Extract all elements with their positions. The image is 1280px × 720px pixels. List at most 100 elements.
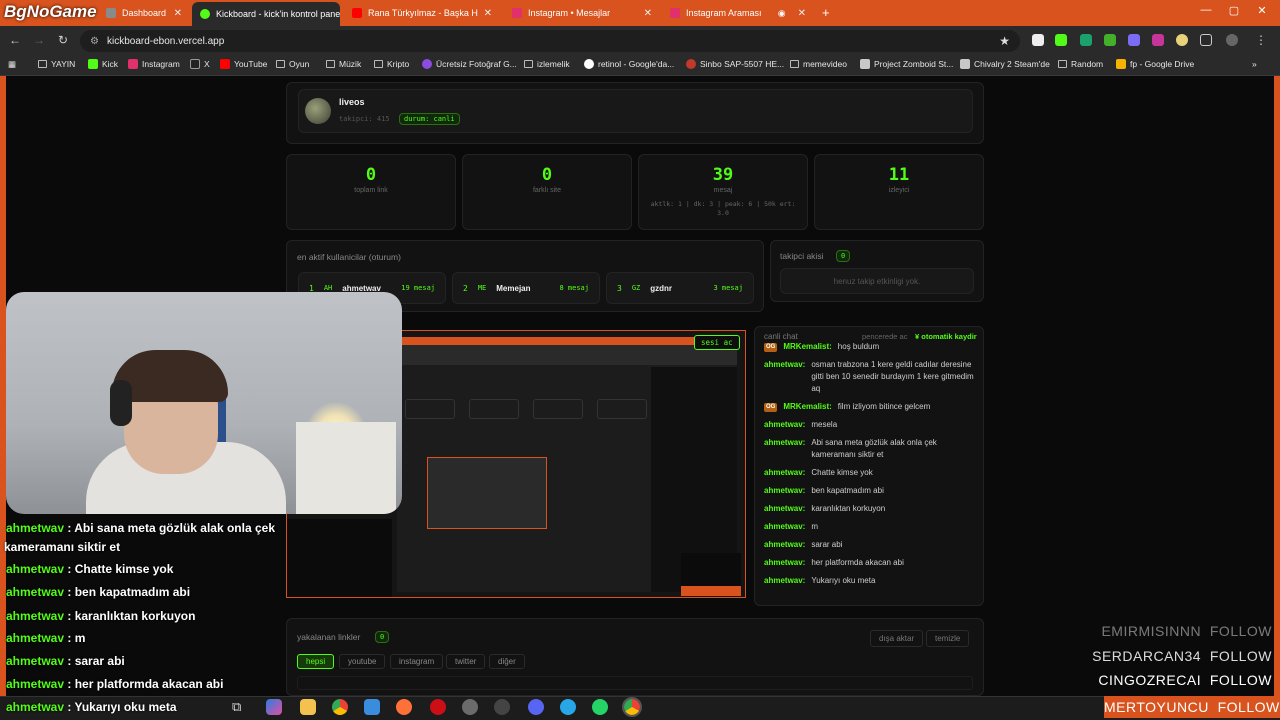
mail-icon[interactable] (364, 699, 380, 715)
bookmark-label: Sinbo SAP-5507 HE... (700, 59, 785, 69)
bookmark-label: Müzik (339, 59, 362, 69)
bookmark-link[interactable]: Project Zomboid St... (860, 59, 953, 69)
overlay-text: : Abi sana meta gözlük alak onla çek (64, 521, 275, 535)
profile-avatar[interactable] (1226, 34, 1238, 46)
chat-username: ahmetwav: (764, 438, 806, 447)
forward-arrow-icon[interactable]: → (30, 33, 48, 47)
follow-label: FOLLOW (1209, 648, 1272, 664)
extension-icon[interactable] (1080, 34, 1092, 46)
telegram-icon[interactable] (560, 699, 576, 715)
links-title: yakalanan linkler (297, 632, 361, 642)
chat-message-list[interactable]: OG MRKemalist: hoş buldum ahmetwav: osman t… (764, 343, 976, 601)
dashboard-favicon-icon (106, 8, 116, 18)
site-info-icon[interactable]: ⚙ (90, 36, 99, 47)
tab-kickboard[interactable]: Kickboard - kick'in kontrol pane ✕ (192, 2, 340, 26)
chrome-icon[interactable] (332, 699, 348, 715)
opera-icon[interactable] (430, 699, 446, 715)
chat-message: ahmetwav: osman trabzona 1 kere geldi cad… (764, 359, 976, 395)
bookmark-folder[interactable]: Random (1058, 59, 1103, 69)
follower-name: SERDARCAN34 (1092, 648, 1202, 664)
extension-icon[interactable] (1032, 34, 1044, 46)
bookmark-star-icon[interactable]: ★ (999, 34, 1010, 48)
bookmark-link[interactable]: Ücretsiz Fotoğraf G... (422, 59, 517, 69)
webcam-overlay (6, 292, 402, 514)
bookmark-folder[interactable]: memevideo (790, 59, 847, 69)
instagram-favicon-icon (670, 8, 680, 18)
bookmark-link[interactable]: Kick (88, 59, 118, 69)
bookmark-label: Chivalry 2 Steam'de (974, 59, 1050, 69)
bookmark-link[interactable]: Sinbo SAP-5507 HE... (686, 59, 784, 69)
popout-chat-button[interactable]: pencerede ac (862, 332, 907, 341)
chat-text: m (811, 522, 819, 531)
chat-text: sarar abi (811, 540, 843, 549)
filter-instagram[interactable]: instagram (390, 654, 444, 669)
whatsapp-icon[interactable] (592, 699, 608, 715)
youtube-icon (220, 59, 230, 69)
unmute-button[interactable]: sesi ac (694, 335, 740, 350)
clear-button[interactable]: temizle (926, 630, 970, 647)
bookmark-folder[interactable]: izlemelik (524, 59, 570, 69)
chrome-active-icon[interactable] (622, 697, 642, 717)
active-user-row[interactable]: 3 GZ gzdnr 3 mesaj (606, 272, 754, 304)
active-user-row[interactable]: 2 ME Memejan 8 mesaj (452, 272, 600, 304)
follower-count: takipci: 415 (339, 115, 390, 123)
kick-icon (88, 59, 98, 69)
extension-icon[interactable] (1176, 34, 1188, 46)
bookmark-link[interactable]: YouTube (220, 59, 267, 69)
tab-instagram-search[interactable]: Instagram Araması ◉ ✕ (662, 2, 814, 24)
file-explorer-icon[interactable] (300, 699, 316, 715)
extension-icon[interactable] (1152, 34, 1164, 46)
extensions-puzzle-icon[interactable] (1200, 34, 1212, 46)
filter-all[interactable]: hepsi (297, 654, 335, 669)
new-tab-button[interactable]: + (822, 5, 830, 20)
filter-twitter[interactable]: twitter (446, 654, 486, 669)
bookmark-folder[interactable]: Müzik (326, 59, 361, 69)
filter-youtube[interactable]: youtube (339, 654, 386, 669)
bookmark-label: Project Zomboid St... (874, 59, 954, 69)
more-bookmarks-icon[interactable]: » (1252, 59, 1257, 69)
reload-icon[interactable]: ↻ (54, 33, 72, 47)
bookmark-label: YouTube (234, 59, 268, 69)
export-button[interactable]: dışa aktar (870, 630, 924, 647)
apps-grid-icon[interactable]: ▦ (8, 59, 16, 70)
folder-icon (790, 60, 799, 68)
kick-extension-icon[interactable] (1055, 34, 1067, 46)
shield-extension-icon[interactable] (1104, 34, 1116, 46)
filter-other[interactable]: diğer (489, 654, 525, 669)
tab-instagram-messages[interactable]: Instagram • Mesajlar ✕ (504, 2, 660, 24)
app-icon[interactable] (462, 699, 478, 715)
minimize-button[interactable]: — (1196, 4, 1216, 16)
bookmark-link[interactable]: Chivalry 2 Steam'de (960, 59, 1050, 69)
tab-youtube[interactable]: Rana Türkyılmaz - Başka Hikaye ✕ (344, 2, 500, 24)
close-window-button[interactable]: ✕ (1252, 4, 1272, 17)
copilot-icon[interactable] (266, 699, 282, 715)
autoscroll-toggle[interactable]: ¥ otomatik kaydir (915, 332, 977, 341)
task-view-icon[interactable]: ⧉ (232, 699, 248, 715)
overlay-chat-line: ahmetwav : Abi sana meta gözlük alak onl… (6, 521, 275, 535)
firefox-icon[interactable] (396, 699, 412, 715)
follow-count-badge: 0 (836, 250, 851, 262)
close-tab-icon[interactable]: ✕ (484, 8, 492, 19)
bookmark-link[interactable]: fp - Google Drive (1116, 59, 1194, 69)
obs-icon[interactable] (494, 699, 510, 715)
bookmark-link[interactable]: retinol - Google'da... (584, 59, 674, 69)
address-bar[interactable]: ⚙ kickboard-ebon.vercel.app ★ (80, 30, 1020, 52)
tab-label: Instagram Araması (686, 8, 762, 18)
tab-dashboard[interactable]: Dashboard ✕ (98, 2, 190, 24)
channel-name: liveos (339, 97, 365, 107)
menu-kebab-icon[interactable]: ⋮ (1252, 33, 1270, 47)
close-tab-icon[interactable]: ✕ (644, 8, 652, 19)
extension-icon[interactable] (1128, 34, 1140, 46)
discord-icon[interactable] (528, 699, 544, 715)
bookmark-folder[interactable]: YAYIN (38, 59, 75, 69)
close-tab-icon[interactable]: ✕ (174, 8, 182, 19)
close-tab-icon[interactable]: ✕ (798, 8, 806, 19)
bookmark-folder[interactable]: Kripto (374, 59, 409, 69)
bookmark-link[interactable]: X (190, 59, 210, 69)
preview-toolbar (397, 345, 737, 365)
back-arrow-icon[interactable]: ← (6, 33, 24, 47)
maximize-button[interactable]: ▢ (1224, 4, 1244, 17)
stat-card-viewers: 11 izleyici (814, 154, 984, 230)
bookmark-link[interactable]: Instagram (128, 59, 180, 69)
bookmark-folder[interactable]: Oyun (276, 59, 309, 69)
